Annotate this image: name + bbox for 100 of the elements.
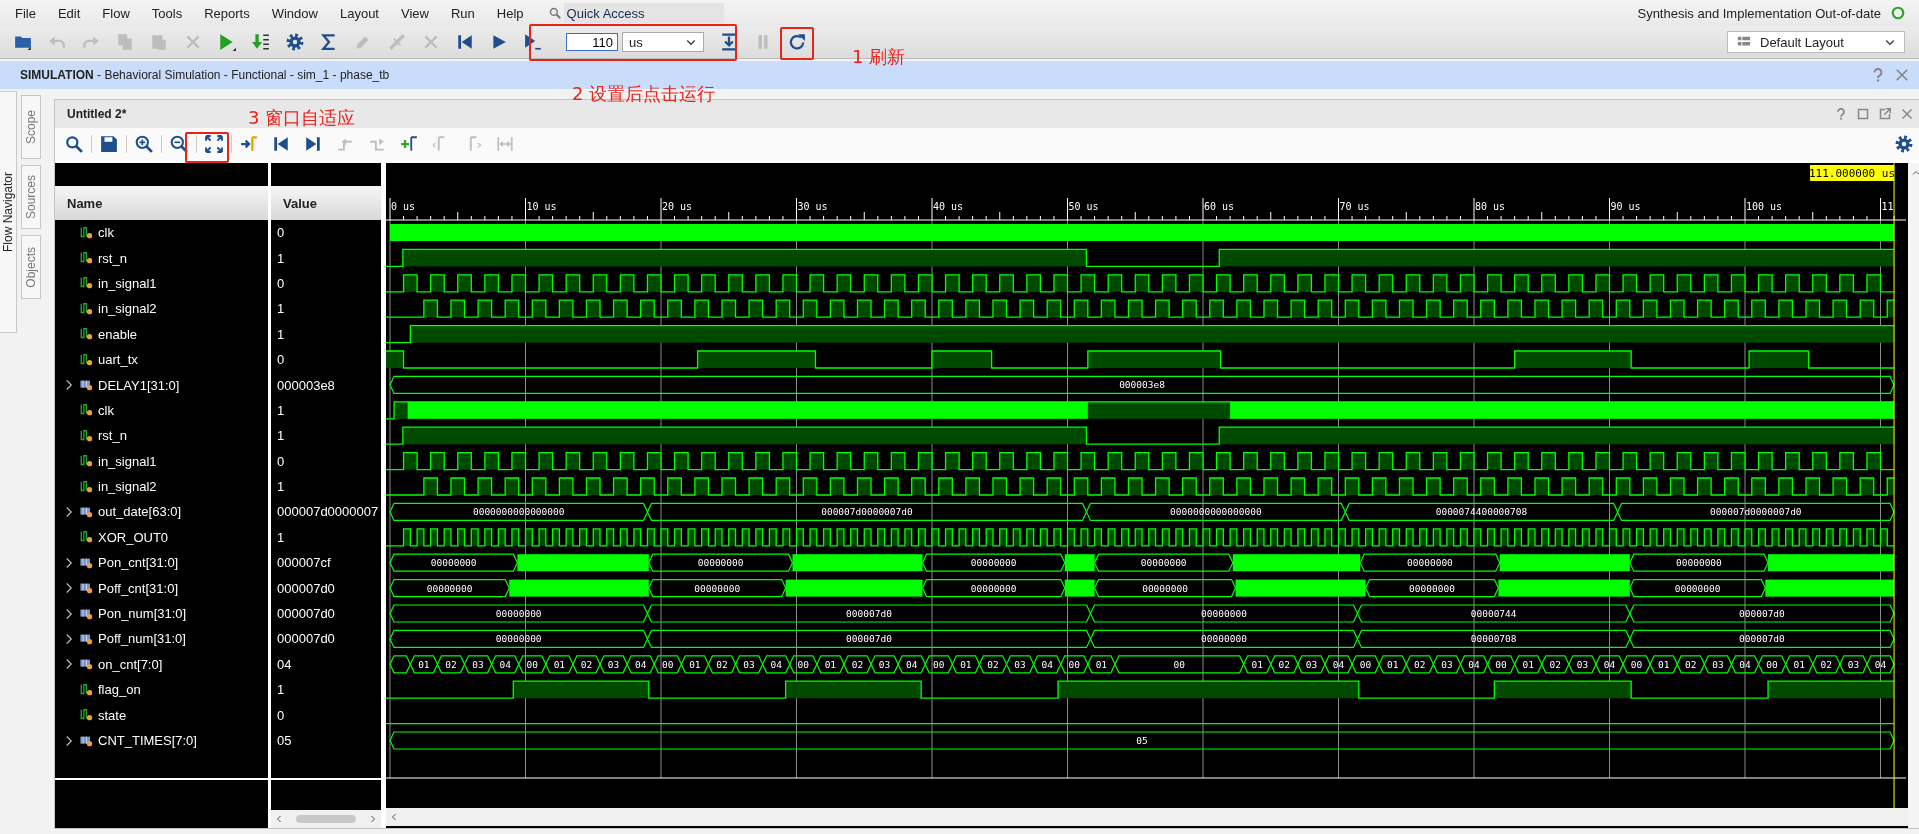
search-icon[interactable]	[65, 135, 83, 153]
side-tab[interactable]: Flow Navigator	[0, 91, 17, 333]
signal-name[interactable]: on_cnt[7:0]	[98, 656, 163, 672]
time-label: 90 us	[1610, 201, 1641, 212]
bus-value: 04	[1041, 658, 1053, 670]
bus-value: 00000000	[1409, 582, 1455, 594]
skip-to-start-icon[interactable]	[272, 135, 290, 153]
signal-name[interactable]: Pon_cnt[31:0]	[98, 555, 179, 571]
time-label: 70 us	[1339, 201, 1370, 212]
column-header[interactable]: Value	[271, 186, 381, 220]
arrow-down-icon[interactable]	[720, 33, 738, 51]
signal-name[interactable]: rst_n	[98, 428, 127, 444]
unit-dropdown[interactable]: us	[622, 32, 704, 52]
time-label: 60 us	[1204, 201, 1235, 212]
chevron-left-icon[interactable]	[275, 814, 283, 824]
float-icon[interactable]	[1879, 108, 1891, 120]
menu-item[interactable]: Edit	[46, 5, 92, 21]
bus-value: 0000000000000000	[1170, 506, 1262, 518]
bus-value: 03	[472, 658, 484, 670]
signal-name[interactable]: uart_tx	[98, 352, 138, 368]
menu-item[interactable]: View	[390, 5, 440, 21]
zoom-fit-icon[interactable]	[205, 135, 223, 153]
help-icon[interactable]	[1871, 67, 1885, 83]
signal-name[interactable]: in_signal2	[98, 479, 157, 495]
annotation-label: 1 刷新	[852, 45, 906, 69]
signal-name[interactable]: clk	[98, 225, 114, 241]
horizontal-scrollbar[interactable]	[271, 810, 381, 828]
vertical-scrollbar[interactable]	[1908, 163, 1919, 828]
bus-value: 00	[797, 658, 809, 670]
run-for-time-icon[interactable]	[524, 33, 542, 51]
scroll-thumb[interactable]	[296, 815, 356, 823]
sigma-icon[interactable]	[320, 33, 338, 51]
time-label: 11	[1881, 201, 1894, 212]
bit-signal-icon	[79, 276, 94, 291]
signal-name[interactable]: flag_on	[98, 682, 141, 698]
close-icon[interactable]	[1901, 108, 1913, 120]
menu-item[interactable]: Flow	[91, 5, 141, 21]
signal-value: 000007d0	[277, 580, 335, 596]
bus-value: 02	[1278, 658, 1291, 670]
go-to-cursor-icon[interactable]	[240, 135, 258, 153]
signal-name[interactable]: Poff_cnt[31:0]	[98, 580, 178, 596]
open-folder-icon[interactable]	[14, 33, 32, 51]
menu-item[interactable]: Layout	[328, 5, 390, 21]
menu-item[interactable]: Tools	[140, 5, 194, 21]
search-icon	[548, 7, 561, 19]
save-icon[interactable]	[100, 135, 118, 153]
menu-item[interactable]: Help	[485, 5, 535, 21]
skip-to-end-icon[interactable]	[304, 135, 322, 153]
column-header[interactable]: Name	[55, 186, 268, 220]
signal-value: 000007d0	[277, 631, 335, 647]
bus-value: 00000000	[1674, 582, 1721, 594]
signal-name[interactable]: out_date[63:0]	[98, 504, 182, 520]
menu-item[interactable]: Run	[439, 5, 486, 21]
signal-value: 05	[277, 733, 292, 748]
status-ring-icon	[1891, 6, 1905, 20]
menu-item[interactable]: File	[4, 5, 47, 21]
signal-name[interactable]: state	[98, 707, 127, 723]
maximize-icon[interactable]	[1857, 108, 1869, 120]
signal-name[interactable]: Pon_num[31:0]	[98, 606, 187, 622]
side-tab[interactable]: Objects	[21, 235, 41, 299]
bus-value: 00	[662, 658, 674, 670]
signal-name[interactable]: clk	[98, 402, 114, 418]
signal-name[interactable]: XOR_OUT0	[98, 529, 169, 545]
quick-access-field[interactable]: Quick Access	[563, 3, 724, 23]
signal-name[interactable]: Poff_num[31:0]	[98, 631, 186, 647]
settings-icon[interactable]	[1895, 135, 1913, 153]
signal-name[interactable]: CNT_TIMES[7:0]	[98, 733, 197, 748]
layout-dropdown[interactable]: Default Layout	[1727, 31, 1905, 53]
signal-name[interactable]: in_signal2	[98, 301, 157, 317]
zoom-in-icon[interactable]	[135, 135, 153, 153]
refresh-icon[interactable]	[788, 33, 806, 51]
help-icon[interactable]	[1835, 107, 1847, 121]
bus-value: 00	[1173, 658, 1185, 670]
signal-name[interactable]: DELAY1[31:0]	[98, 377, 180, 393]
bus-value: 00	[1068, 658, 1080, 670]
add-marker-icon[interactable]	[400, 135, 418, 153]
bus-value: 00	[1495, 658, 1507, 670]
bus-value: 01	[418, 658, 430, 670]
time-field[interactable]: 110	[566, 33, 618, 51]
side-tab[interactable]: Sources	[21, 165, 41, 229]
download-icon[interactable]	[252, 33, 270, 51]
signal-name[interactable]: rst_n	[98, 250, 127, 266]
chevron-left-icon[interactable]	[390, 812, 398, 822]
chevron-up-icon[interactable]	[1910, 169, 1919, 177]
signal-name[interactable]: in_signal1	[98, 453, 157, 469]
side-tab[interactable]: Scope	[21, 95, 41, 159]
signal-name[interactable]: in_signal1	[98, 275, 157, 291]
menu-item[interactable]: Reports	[193, 5, 261, 21]
chevron-right-icon[interactable]	[369, 814, 377, 824]
horizontal-scrollbar[interactable]	[386, 808, 1908, 826]
play-icon[interactable]	[490, 33, 508, 51]
close-icon[interactable]	[1895, 68, 1909, 82]
skip-to-start-icon[interactable]	[456, 33, 474, 51]
menu-item[interactable]: Window	[260, 5, 329, 21]
settings-icon[interactable]	[286, 33, 304, 51]
signal-name[interactable]: enable	[98, 326, 138, 342]
bus-value: 00000000	[426, 582, 473, 594]
cursor-line[interactable]	[1893, 163, 1895, 808]
zoom-out-icon[interactable]	[170, 135, 188, 153]
run-icon[interactable]	[218, 33, 236, 51]
